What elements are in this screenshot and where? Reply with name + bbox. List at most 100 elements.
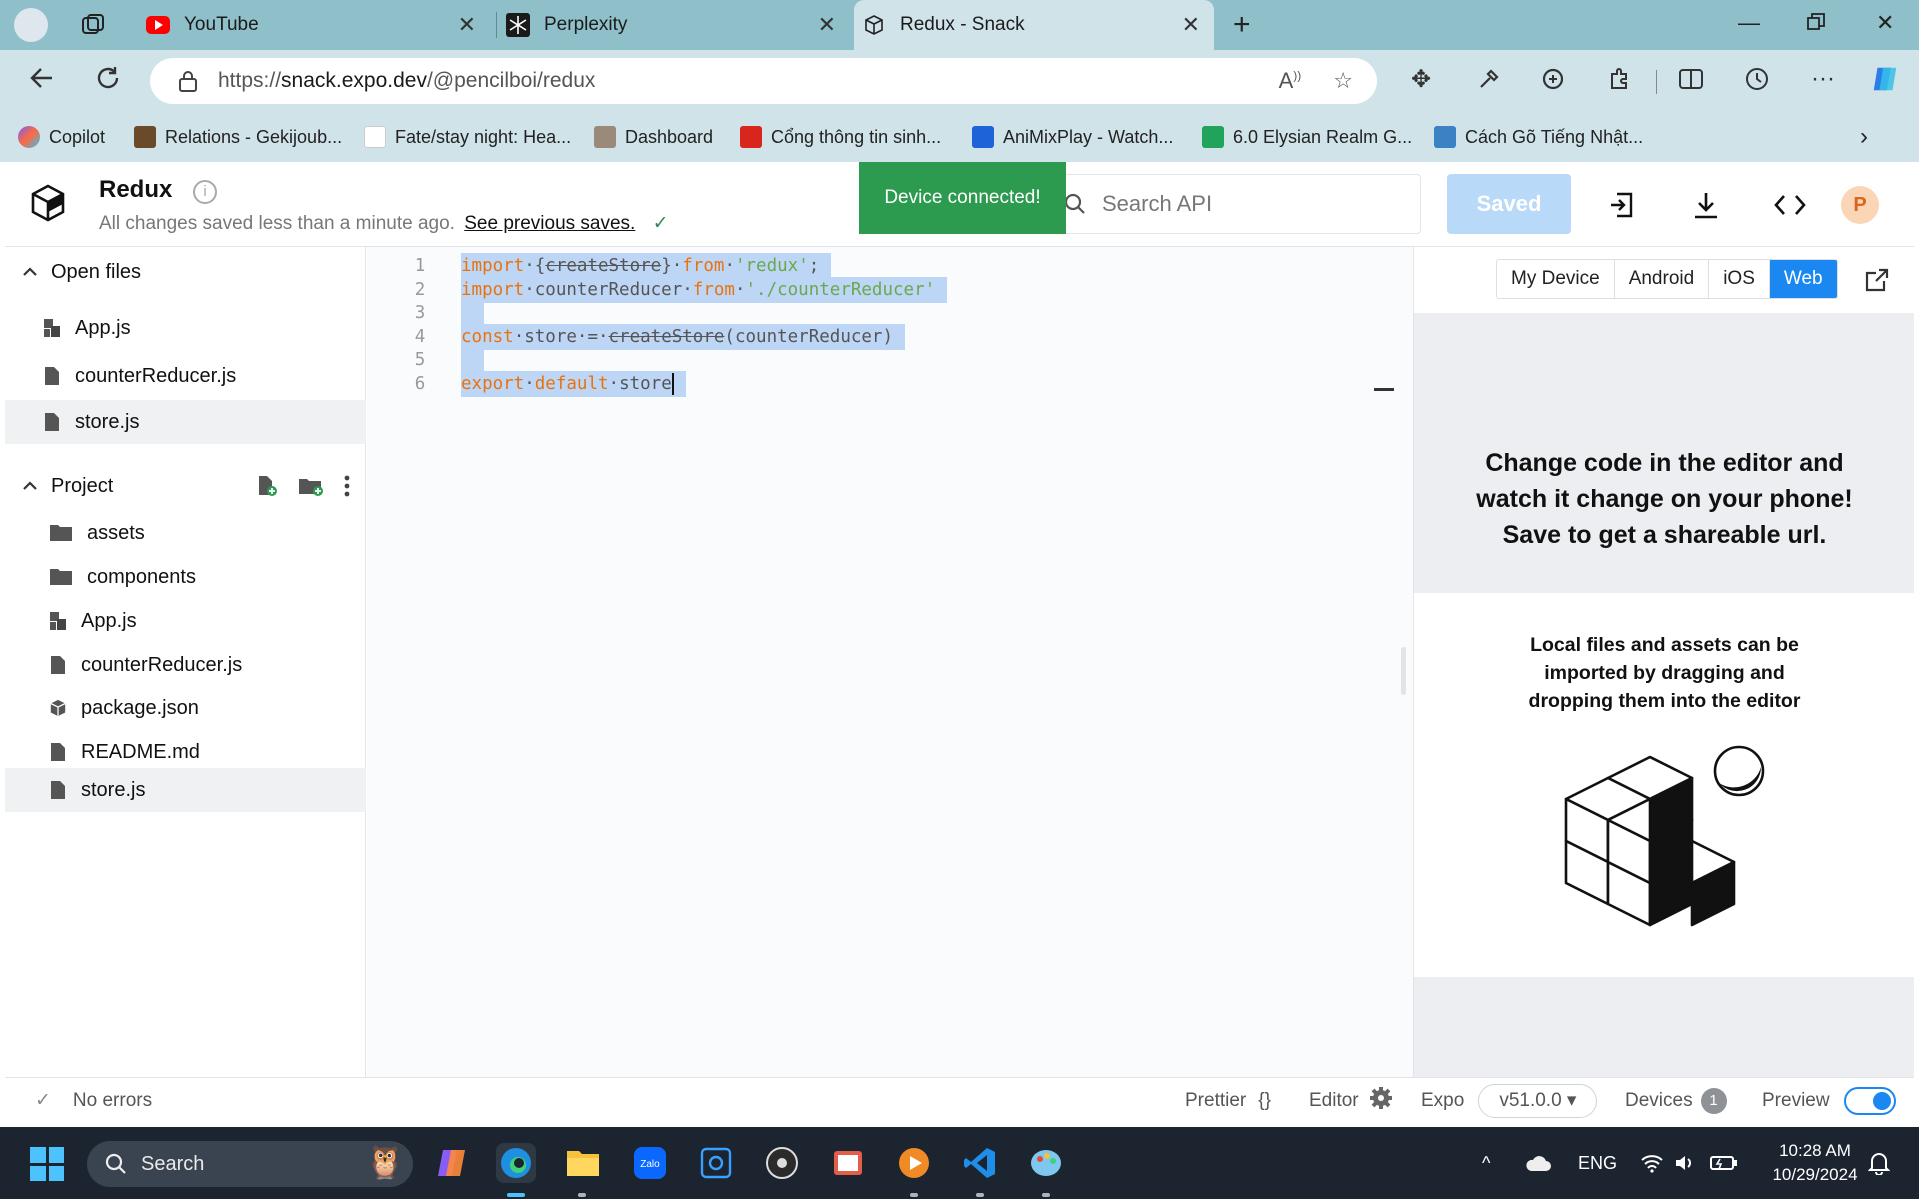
search-api-input[interactable]: Search API bbox=[1055, 174, 1421, 234]
bookmark-item[interactable]: Fate/stay night: Hea... bbox=[364, 122, 571, 152]
copilot-app-icon[interactable] bbox=[432, 1143, 472, 1183]
bookmark-item[interactable]: AniMixPlay - Watch... bbox=[972, 122, 1173, 152]
language-indicator[interactable]: ENG bbox=[1578, 1127, 1617, 1199]
close-icon[interactable]: ✕ bbox=[818, 12, 836, 38]
bookmark-item[interactable]: 6.0 Elysian Realm G... bbox=[1202, 122, 1412, 152]
zalo-icon[interactable]: Zalo bbox=[630, 1143, 670, 1183]
editor-scrollbar[interactable] bbox=[1401, 647, 1406, 695]
running-indicator bbox=[578, 1193, 586, 1197]
back-icon[interactable] bbox=[28, 64, 56, 99]
notification-bell-icon[interactable] bbox=[1868, 1127, 1890, 1199]
project-item[interactable]: App.js bbox=[5, 599, 366, 643]
photos-app-icon[interactable] bbox=[828, 1143, 868, 1183]
bookmark-item[interactable]: Cách Gõ Tiếng Nhật... bbox=[1434, 122, 1643, 152]
minimize-icon[interactable]: — bbox=[1738, 10, 1760, 36]
tab-android[interactable]: Android bbox=[1615, 260, 1710, 298]
cloud-icon[interactable] bbox=[1524, 1127, 1552, 1199]
file-explorer-icon[interactable] bbox=[563, 1143, 603, 1183]
devices-status[interactable]: Devices 1 bbox=[1625, 1078, 1727, 1123]
open-file-item[interactable]: store.js bbox=[5, 400, 366, 444]
bookmark-item[interactable]: Dashboard bbox=[594, 122, 713, 152]
project-header[interactable]: Project bbox=[5, 465, 366, 507]
wifi-icon[interactable] bbox=[1640, 1127, 1664, 1199]
prettier-toggle[interactable]: Prettier {} bbox=[1185, 1078, 1271, 1123]
close-icon[interactable]: ✕ bbox=[458, 12, 476, 38]
sdk-version-select[interactable]: v51.0.0 ▾ bbox=[1478, 1083, 1598, 1118]
url-field[interactable]: https://snack.expo.dev/@pencilboi/redux … bbox=[150, 58, 1377, 104]
package-icon bbox=[49, 697, 67, 719]
code-line[interactable]: 5 bbox=[367, 347, 1413, 373]
project-item[interactable]: store.js bbox=[5, 768, 366, 812]
history-icon[interactable] bbox=[1742, 64, 1772, 94]
download-icon[interactable] bbox=[1689, 188, 1723, 222]
chevron-right-icon[interactable]: › bbox=[1860, 122, 1868, 152]
settings-app-icon[interactable] bbox=[696, 1143, 736, 1183]
code-editor[interactable]: 1 import·{createStore}·from·'redux'; 2 impo… bbox=[367, 247, 1413, 1077]
more-menu-icon[interactable]: ··· bbox=[1808, 64, 1838, 94]
new-file-icon[interactable] bbox=[256, 475, 278, 503]
tab-my-device[interactable]: My Device bbox=[1497, 260, 1615, 298]
embed-code-icon[interactable] bbox=[1773, 188, 1807, 222]
battery-icon[interactable] bbox=[1710, 1127, 1738, 1199]
restore-icon[interactable] bbox=[1806, 12, 1826, 38]
split-screen-icon[interactable] bbox=[1676, 64, 1706, 94]
bookmark-item[interactable]: Cổng thông tin sinh... bbox=[740, 122, 941, 152]
new-folder-icon[interactable] bbox=[298, 475, 324, 503]
tab-web[interactable]: Web bbox=[1769, 260, 1837, 298]
new-tab-button[interactable]: + bbox=[1233, 8, 1251, 42]
open-files-header[interactable]: Open files bbox=[5, 251, 366, 293]
volume-icon[interactable] bbox=[1674, 1127, 1696, 1199]
project-title[interactable]: Redux bbox=[99, 176, 172, 204]
tab-perplexity[interactable]: Perplexity ✕ bbox=[498, 0, 850, 50]
favorite-star-icon[interactable]: ☆ bbox=[1333, 68, 1353, 94]
editor-settings[interactable]: Editor bbox=[1309, 1078, 1393, 1123]
open-file-item[interactable]: App.js bbox=[5, 306, 366, 350]
window-close-icon[interactable]: ✕ bbox=[1876, 10, 1894, 36]
system-clock[interactable]: 10:28 AM 10/29/2024 bbox=[1760, 1139, 1870, 1187]
taskbar-search[interactable]: Search 🦉 bbox=[87, 1141, 413, 1187]
profile-icon[interactable] bbox=[14, 8, 48, 42]
errors-status[interactable]: ✓ No errors bbox=[35, 1078, 152, 1123]
tab-youtube[interactable]: YouTube ✕ bbox=[130, 0, 490, 50]
obs-icon[interactable] bbox=[762, 1143, 802, 1183]
export-icon[interactable] bbox=[1605, 188, 1639, 222]
paint-icon[interactable] bbox=[1026, 1143, 1066, 1183]
bookmark-item[interactable]: Copilot bbox=[18, 122, 105, 152]
preview-toggle[interactable] bbox=[1843, 1086, 1896, 1115]
tab-actions-icon[interactable] bbox=[80, 12, 106, 43]
bookmark-item[interactable]: Relations - Gekijoub... bbox=[134, 122, 342, 152]
open-external-icon[interactable] bbox=[1864, 267, 1890, 293]
move-icon[interactable]: ✥ bbox=[1406, 64, 1436, 94]
edge-app-icon[interactable] bbox=[496, 1143, 536, 1183]
copilot-icon[interactable] bbox=[1870, 64, 1900, 94]
close-icon[interactable]: ✕ bbox=[1182, 12, 1200, 38]
project-item[interactable]: counterReducer.js bbox=[5, 643, 366, 687]
file-name: store.js bbox=[75, 410, 140, 433]
vscode-icon[interactable] bbox=[960, 1143, 1000, 1183]
tab-ios[interactable]: iOS bbox=[1709, 260, 1770, 298]
refresh-icon[interactable] bbox=[94, 64, 122, 99]
snack-logo-icon[interactable] bbox=[27, 182, 69, 224]
open-file-item[interactable]: counterReducer.js bbox=[5, 354, 366, 398]
project-item[interactable]: components bbox=[5, 555, 366, 599]
code-line[interactable]: 3 bbox=[367, 300, 1413, 326]
avatar[interactable]: P bbox=[1841, 186, 1879, 224]
previous-saves-link[interactable]: See previous saves. bbox=[464, 213, 635, 234]
kebab-menu-icon[interactable] bbox=[344, 475, 350, 503]
code-line[interactable]: 1 import·{createStore}·from·'redux'; bbox=[367, 253, 1413, 279]
eyedropper-icon[interactable] bbox=[1474, 64, 1504, 94]
project-item[interactable]: assets bbox=[5, 511, 366, 555]
project-item[interactable]: package.json bbox=[5, 686, 366, 730]
read-aloud-icon[interactable]: A)) bbox=[1279, 68, 1302, 94]
info-icon[interactable]: i bbox=[193, 180, 217, 204]
tab-redux-snack[interactable]: Redux - Snack ✕ bbox=[854, 0, 1214, 50]
extensions-icon[interactable] bbox=[1604, 64, 1634, 94]
saved-button[interactable]: Saved bbox=[1447, 174, 1571, 234]
tray-overflow-icon[interactable]: ^ bbox=[1482, 1127, 1490, 1199]
sync-icon[interactable] bbox=[1538, 64, 1568, 94]
start-button[interactable] bbox=[30, 1147, 64, 1181]
section-label: Open files bbox=[51, 260, 142, 283]
code-token: import bbox=[461, 280, 525, 300]
media-player-icon[interactable] bbox=[894, 1143, 934, 1183]
code-line[interactable]: 6 export·default·store bbox=[367, 371, 1413, 397]
